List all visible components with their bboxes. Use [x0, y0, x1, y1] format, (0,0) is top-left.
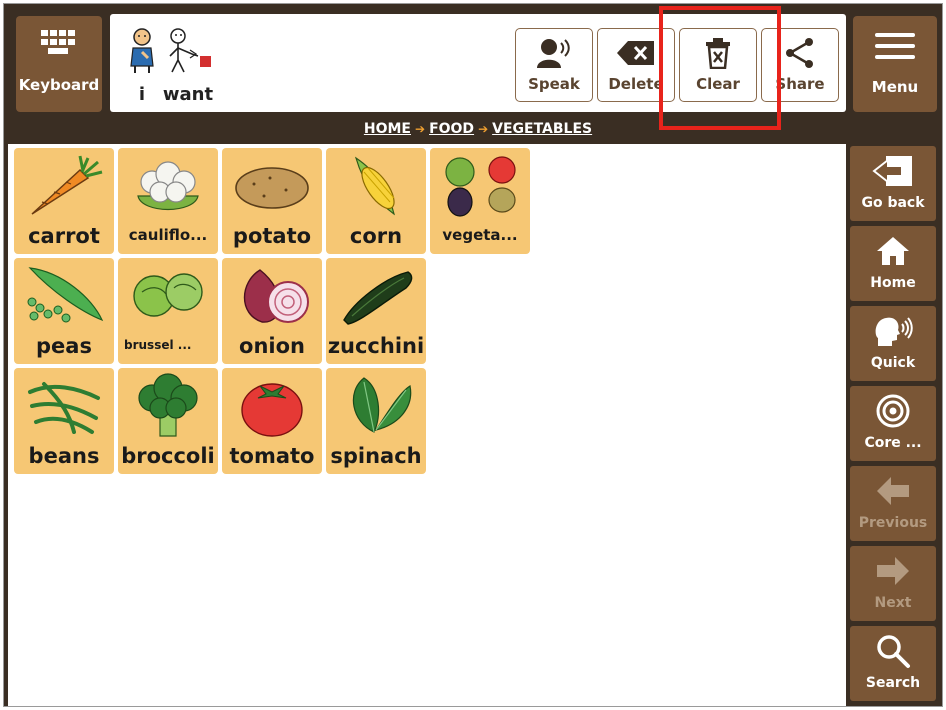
quick-button[interactable]: Quick — [850, 306, 936, 381]
person-want-icon — [169, 28, 211, 73]
home-icon — [875, 233, 911, 269]
arrow-right-icon — [875, 553, 911, 589]
breadcrumb-home[interactable]: HOME — [364, 121, 411, 137]
carrot-icon — [31, 155, 103, 215]
cauliflower-icon — [137, 161, 199, 211]
message-word-label: want — [162, 84, 214, 105]
speak-icon — [535, 37, 573, 69]
menu-button[interactable]: Menu — [853, 16, 937, 112]
tile-label: potato — [232, 224, 312, 248]
search-icon — [875, 633, 911, 669]
search-label: Search — [865, 675, 921, 691]
zucchini-icon — [343, 271, 413, 325]
tile-zucchini[interactable]: zucchini — [326, 258, 426, 364]
tile-label: brussel ... — [124, 338, 192, 352]
tile-label: corn — [349, 224, 403, 248]
tile-cauliflower[interactable]: cauliflo... — [118, 148, 218, 254]
tile-broccoli[interactable]: broccoli — [118, 368, 218, 474]
trash-icon — [703, 37, 733, 69]
delete-button[interactable]: Delete — [597, 28, 675, 102]
keyboard-label: Keyboard — [18, 76, 100, 94]
tile-label: vegeta... — [442, 226, 518, 244]
arrow-right-icon: ➔ — [415, 122, 426, 136]
tile-beans[interactable]: beans — [14, 368, 114, 474]
keyboard-icon — [39, 28, 79, 62]
delete-label: Delete — [608, 75, 664, 93]
tile-label: broccoli — [121, 444, 215, 468]
message-bar[interactable]: i want Speak Delete Clear Share — [110, 14, 846, 112]
tile-label: carrot — [28, 224, 100, 248]
peas-icon — [27, 267, 104, 323]
tile-potato[interactable]: potato — [222, 148, 322, 254]
vegetables-icon — [445, 156, 516, 217]
tile-label: tomato — [229, 444, 315, 468]
home-label: Home — [870, 275, 916, 291]
share-button[interactable]: Share — [761, 28, 839, 102]
go-back-icon — [872, 153, 914, 189]
vocabulary-grid: carrot cauliflo... potato corn vegeta...… — [8, 144, 846, 706]
person-i-icon — [130, 28, 154, 73]
corn-icon — [354, 156, 395, 216]
menu-label: Menu — [871, 78, 919, 96]
share-label: Share — [775, 75, 825, 93]
hamburger-icon — [875, 32, 915, 64]
tile-peas[interactable]: peas — [14, 258, 114, 364]
message-word-want[interactable]: want — [162, 26, 214, 105]
tile-label: zucchini — [327, 334, 425, 358]
message-word-i[interactable]: i — [122, 26, 162, 105]
spinach-icon — [352, 377, 412, 433]
tile-label: onion — [239, 334, 305, 358]
tile-label: beans — [28, 444, 100, 468]
arrow-left-icon — [875, 473, 911, 509]
breadcrumb: HOME ➔ FOOD ➔ VEGETABLES — [110, 116, 846, 142]
speak-label: Speak — [528, 75, 580, 93]
breadcrumb-food[interactable]: FOOD — [429, 121, 474, 137]
tile-carrot[interactable]: carrot — [14, 148, 114, 254]
share-icon — [784, 37, 816, 69]
core-button[interactable]: Core ... — [850, 386, 936, 461]
tile-label: peas — [36, 334, 92, 358]
message-word-label: i — [138, 84, 146, 105]
next-button[interactable]: Next — [850, 546, 936, 621]
target-icon — [875, 393, 911, 429]
next-label: Next — [874, 595, 912, 611]
core-label: Core ... — [864, 435, 922, 451]
arrow-right-icon: ➔ — [478, 122, 489, 136]
tile-tomato[interactable]: tomato — [222, 368, 322, 474]
beans-icon — [28, 382, 100, 434]
tile-brussel-sprouts[interactable]: brussel ... — [118, 258, 218, 364]
tile-corn[interactable]: corn — [326, 148, 426, 254]
quick-label: Quick — [870, 355, 916, 371]
tile-vegetables[interactable]: vegeta... — [430, 148, 530, 254]
tomato-icon — [241, 383, 303, 437]
clear-label: Clear — [696, 75, 740, 93]
broccoli-icon — [138, 373, 198, 437]
tile-spinach[interactable]: spinach — [326, 368, 426, 474]
speak-button[interactable]: Speak — [515, 28, 593, 102]
tile-label: spinach — [330, 444, 422, 468]
home-button[interactable]: Home — [850, 226, 936, 301]
app-frame: Keyboard i want Speak Delete Clear Share… — [3, 3, 943, 707]
potato-icon — [235, 167, 309, 209]
keyboard-button[interactable]: Keyboard — [16, 16, 102, 112]
go-back-button[interactable]: Go back — [850, 146, 936, 221]
breadcrumb-vegetables[interactable]: VEGETABLES — [492, 121, 592, 137]
tile-label: cauliflo... — [128, 226, 208, 244]
clear-button[interactable]: Clear — [679, 28, 757, 102]
previous-button[interactable]: Previous — [850, 466, 936, 541]
previous-label: Previous — [858, 515, 928, 531]
onion-icon — [244, 269, 309, 323]
go-back-label: Go back — [861, 195, 925, 211]
speaking-head-icon — [872, 313, 914, 349]
tile-onion[interactable]: onion — [222, 258, 322, 364]
search-button[interactable]: Search — [850, 626, 936, 701]
backspace-icon — [616, 37, 656, 69]
brussels-sprouts-icon — [133, 273, 203, 317]
